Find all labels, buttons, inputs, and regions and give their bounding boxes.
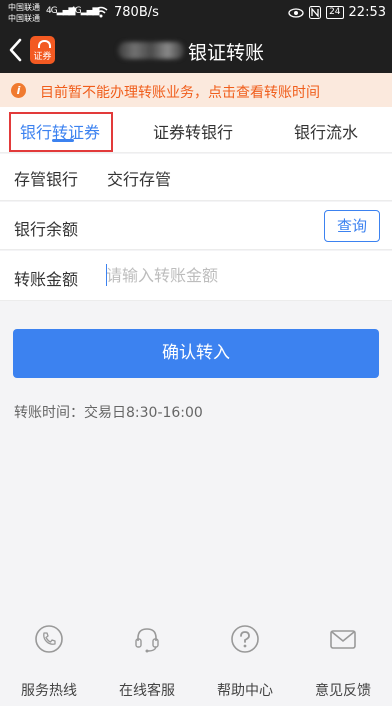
balance-label: 银行余额 [14,220,79,239]
bottom-item-feedback[interactable]: 意见反馈 [294,614,392,700]
carrier-2: 中国联通 [8,14,40,23]
notice-text: 目前暂不能办理转账业务，点击查看转账时间 [40,85,320,101]
depository-label: 存管银行 [14,170,79,189]
depository-row: 存管银行 交行存管 [0,154,392,201]
network-speed: 780B/s [114,5,159,20]
tab-securities-to-bank[interactable]: 证券转银行 [153,119,233,143]
status-right: 24 22:53 [288,5,386,20]
query-button[interactable]: 查询 [324,210,380,242]
depository-value: 交行存管 [107,170,172,189]
bottom-item-hotline[interactable]: 服务热线 [0,614,98,700]
headset-icon [135,628,159,653]
bottom-label-online-service: 在线客服 [119,683,175,699]
clock: 22:53 [348,5,386,20]
amount-label: 转账金额 [14,270,79,289]
amount-row: 转账金额 [0,251,392,301]
bottom-label-help-center: 帮助中心 [217,683,273,699]
back-arrow-icon[interactable] [6,37,26,63]
tab-highlight-box [9,112,113,152]
tab-active-indicator [52,139,74,142]
bottom-item-online-service[interactable]: 在线客服 [98,614,196,700]
balance-row: 银行余额 查询 [0,202,392,250]
carrier-info: 中国联通 中国联通 [8,2,40,24]
battery-icon: 24 [326,6,344,19]
amount-input[interactable] [106,261,376,289]
confirm-transfer-button[interactable]: 确认转入 [13,329,379,378]
bottom-item-help-center[interactable]: 帮助中心 [196,614,294,700]
help-icon [231,625,259,653]
redacted-broker-name [118,42,184,59]
carrier-1: 中国联通 [8,3,40,12]
nfc-icon [309,6,322,19]
mail-icon [330,630,356,649]
text-cursor [106,264,107,286]
app-logo-text: 证券 [33,52,52,62]
bottom-label-hotline: 服务热线 [21,683,77,699]
transfer-time-info: 转账时间：交易日8:30-16:00 [14,405,203,421]
status-bar: 中国联通 中国联通 4G▂▄▆ 4G▂▄▆ 780B/s 24 22:53 [0,0,392,27]
notice-banner[interactable]: i 目前暂不能办理转账业务，点击查看转账时间 [0,73,392,107]
page-title: 银证转账 [188,42,265,64]
bottom-label-feedback: 意见反馈 [315,683,371,699]
app-logo: 证券 [30,36,55,64]
wifi-icon [94,6,108,18]
info-icon: i [11,83,26,98]
tab-bank-statement[interactable]: 银行流水 [294,119,358,143]
eye-icon [288,7,304,18]
phone-icon [35,625,63,653]
bottom-nav: 服务热线 在线客服 帮助中心 意见反馈 [0,614,392,706]
nav-bar: 证券 银证转账 [0,27,392,73]
